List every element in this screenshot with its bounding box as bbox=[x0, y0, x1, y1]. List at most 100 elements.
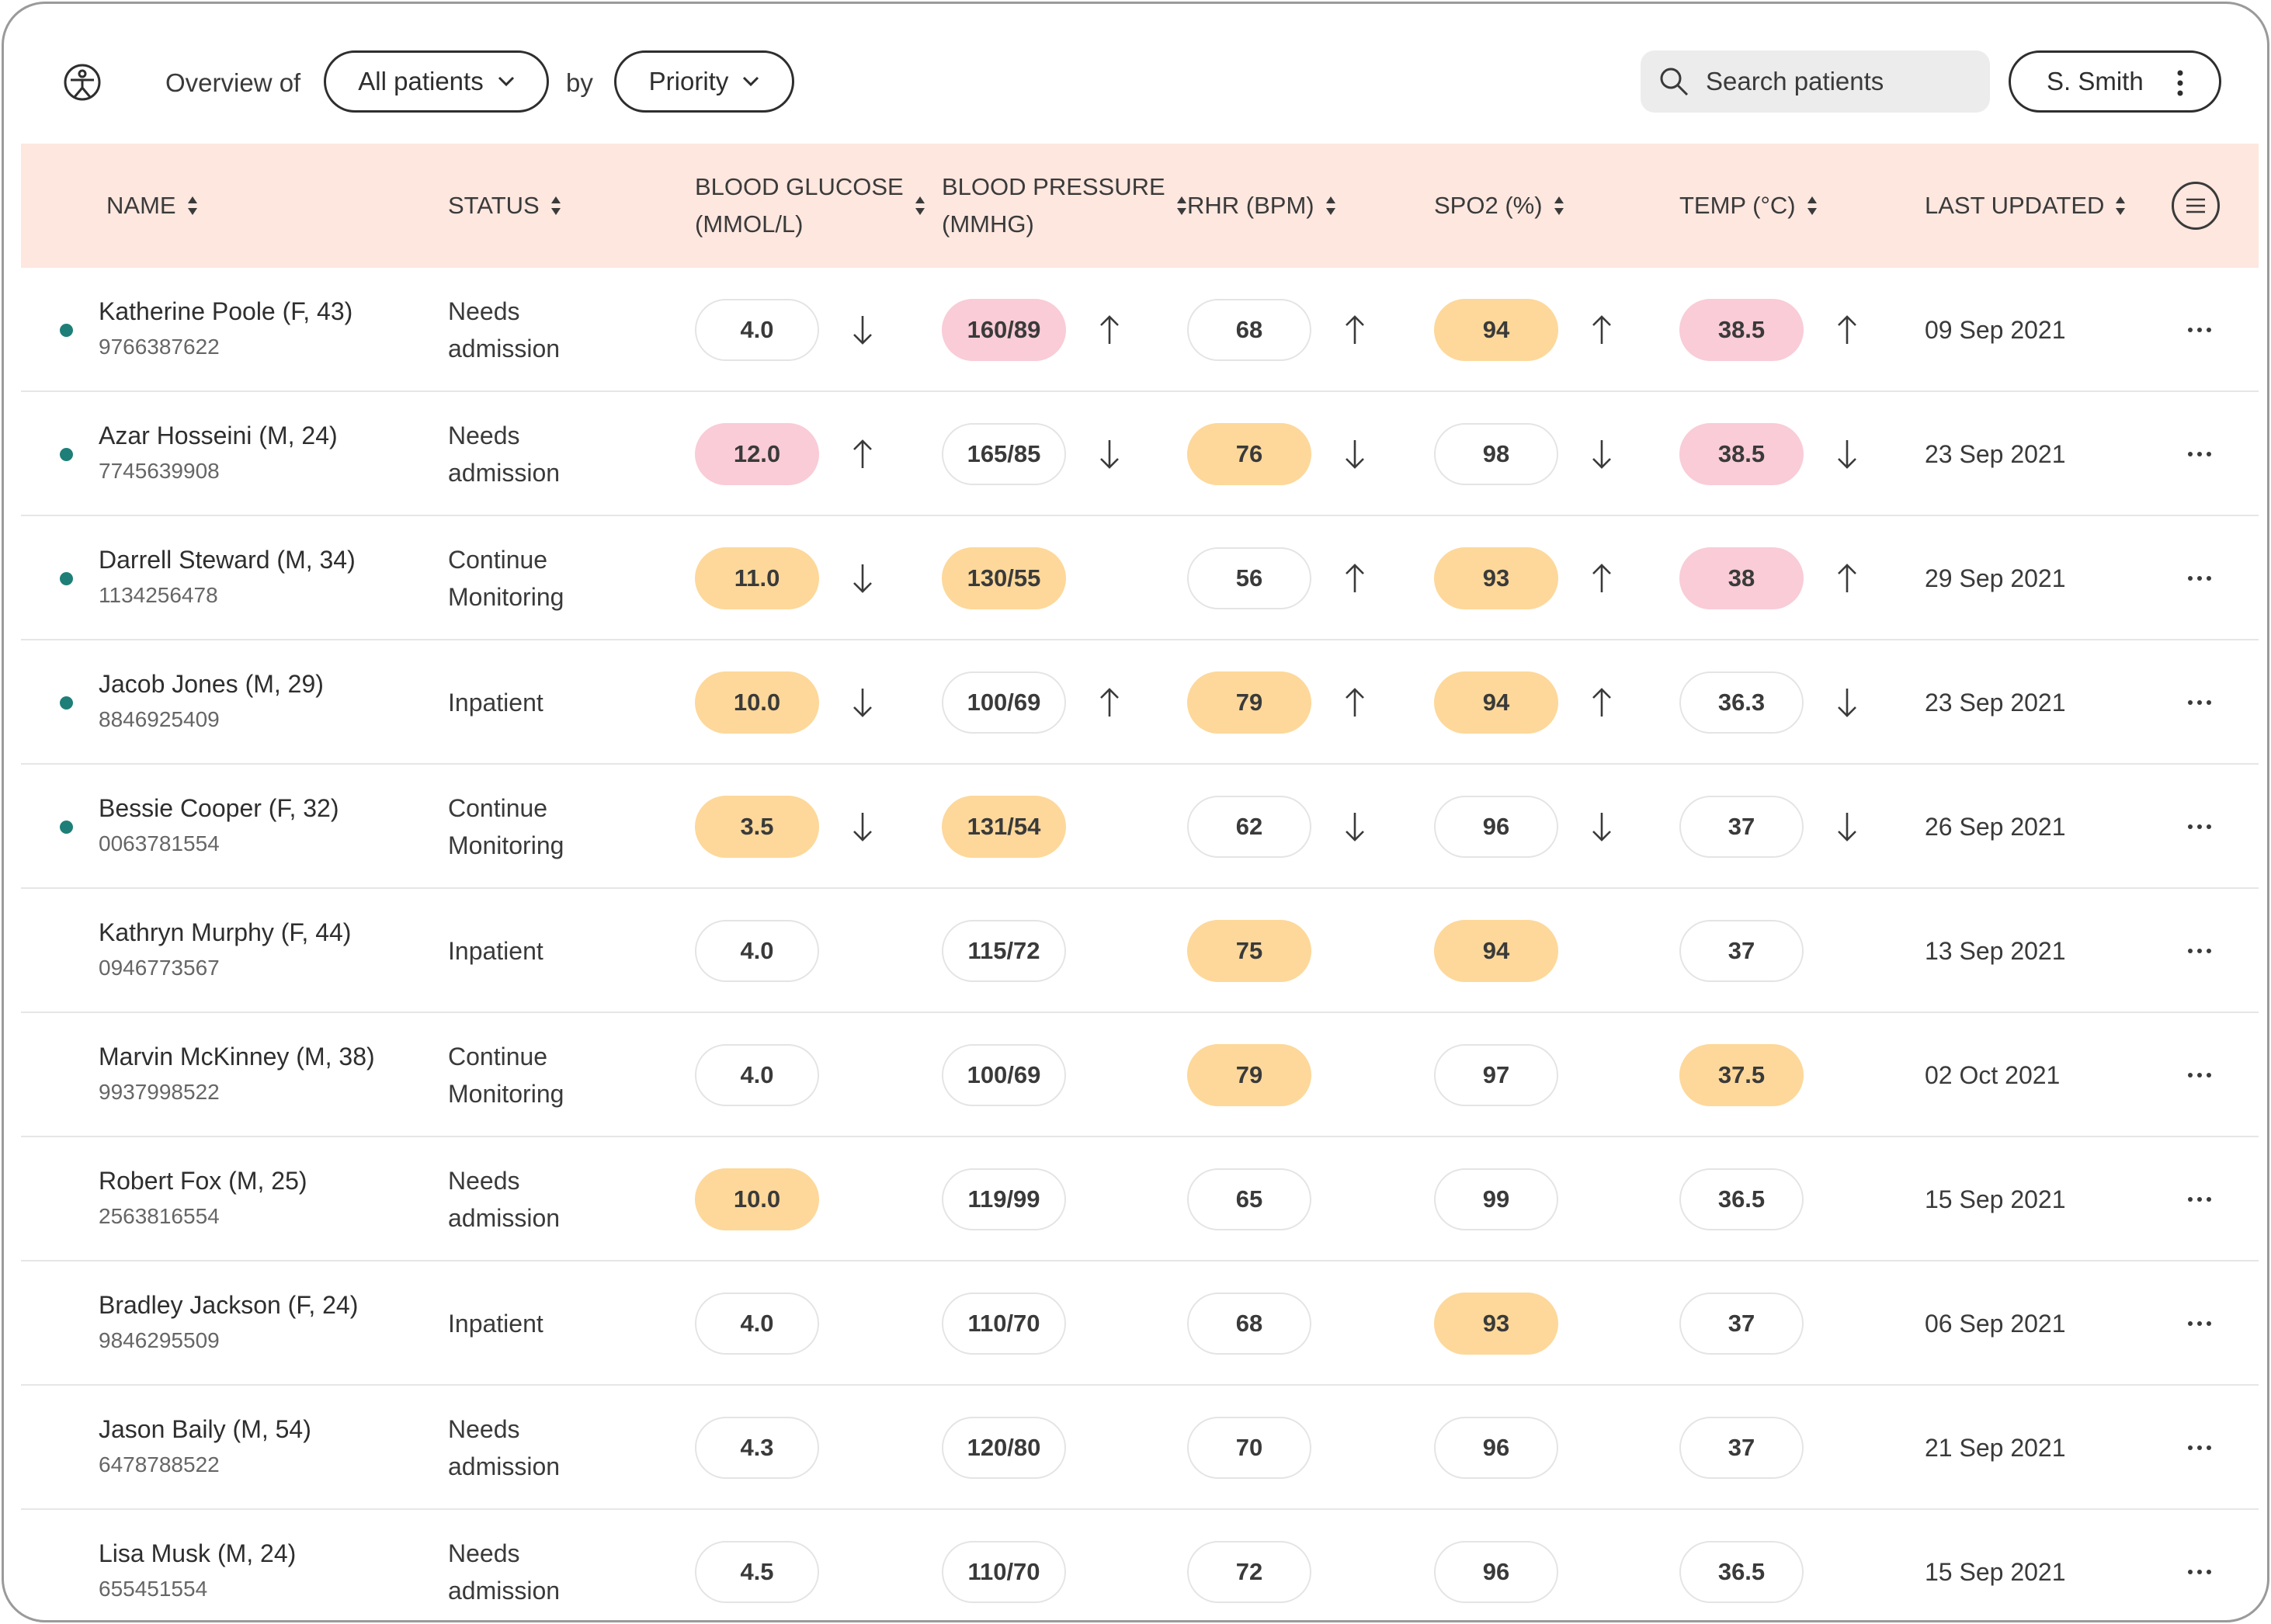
glucose-value-chip: 4.0 bbox=[695, 1044, 819, 1106]
bp-value-chip: 160/89 bbox=[942, 299, 1066, 361]
row-more-options-icon[interactable] bbox=[2184, 572, 2215, 585]
glucose-value-chip: 4.5 bbox=[695, 1541, 819, 1603]
table-row[interactable]: Katherine Poole (F, 43) 9766387622 Needs ad… bbox=[21, 268, 2259, 392]
row-more-options-icon[interactable] bbox=[2184, 821, 2215, 833]
table-row[interactable]: Robert Fox (M, 25) 2563816554 Needs admissi… bbox=[21, 1137, 2259, 1261]
patient-name[interactable]: Bradley Jackson (F, 24) bbox=[99, 1286, 358, 1324]
arrow-up-icon bbox=[1838, 315, 1856, 344]
column-header-temp[interactable]: TEMP (°C) bbox=[1679, 144, 1818, 268]
sort-icon bbox=[1176, 196, 1186, 215]
spo2-value-chip: 94 bbox=[1434, 299, 1558, 361]
temp-value-chip: 37 bbox=[1679, 1293, 1804, 1355]
table-row[interactable]: Jason Baily (M, 54) 6478788522 Needs admiss… bbox=[21, 1386, 2259, 1510]
table-row[interactable]: Azar Hosseini (M, 24) 7745639908 Needs admi… bbox=[21, 392, 2259, 516]
arrow-up-icon bbox=[1838, 564, 1856, 592]
table-row[interactable]: Bessie Cooper (F, 32) 0063781554 Continue M… bbox=[21, 765, 2259, 889]
table-row[interactable]: Marvin McKinney (M, 38) 9937998522 Continu… bbox=[21, 1013, 2259, 1137]
column-label: SPO2 (%) bbox=[1434, 192, 1543, 219]
temp-value-chip: 37 bbox=[1679, 920, 1804, 982]
patient-status: Continue Monitoring bbox=[448, 1038, 603, 1112]
table-row[interactable]: Bradley Jackson (F, 24) 9846295509 Inpatie… bbox=[21, 1261, 2259, 1386]
row-more-options-icon[interactable] bbox=[2184, 1566, 2215, 1578]
status-line: Monitoring bbox=[448, 831, 564, 859]
rhr-value-chip: 68 bbox=[1187, 299, 1311, 361]
sort-filter-label: Priority bbox=[648, 67, 729, 95]
table-row[interactable]: Lisa Musk (M, 24) 655451554 Needs admission… bbox=[21, 1510, 2259, 1620]
spo2-value-chip: 96 bbox=[1434, 796, 1558, 858]
column-settings-button[interactable] bbox=[2172, 182, 2220, 230]
patient-name[interactable]: Robert Fox (M, 25) bbox=[99, 1162, 307, 1199]
rhr-value-chip: 56 bbox=[1187, 547, 1311, 609]
column-header-spo2[interactable]: SPO2 (%) bbox=[1434, 144, 1564, 268]
column-label: BLOOD GLUCOSE (MMOL/L) bbox=[695, 173, 904, 238]
temp-value-chip: 36.3 bbox=[1679, 671, 1804, 734]
patient-name[interactable]: Bessie Cooper (F, 32) bbox=[99, 789, 339, 827]
temp-value-chip: 38.5 bbox=[1679, 423, 1804, 485]
status-line: Needs bbox=[448, 1539, 520, 1567]
last-updated-date: 15 Sep 2021 bbox=[1925, 1185, 2066, 1213]
patient-name[interactable]: Kathryn Murphy (F, 44) bbox=[99, 914, 351, 951]
column-label: BLOOD PRESSURE (MMHG) bbox=[942, 173, 1165, 238]
column-header-name[interactable]: NAME bbox=[106, 144, 198, 268]
active-status-dot bbox=[60, 324, 73, 337]
last-updated-date: 02 Oct 2021 bbox=[1925, 1061, 2061, 1089]
row-more-options-icon[interactable] bbox=[2184, 1193, 2215, 1206]
app-window: Overview of All patients by Priority S. … bbox=[2, 2, 2269, 1622]
status-line: Monitoring bbox=[448, 583, 564, 611]
patient-id: 2563816554 bbox=[99, 1204, 220, 1228]
column-header-blood-pressure[interactable]: BLOOD PRESSURE (MMHG) bbox=[942, 144, 1187, 268]
arrow-up-icon bbox=[1592, 315, 1611, 344]
search-bar[interactable] bbox=[1641, 50, 1990, 113]
arrow-down-icon bbox=[1592, 440, 1611, 469]
glucose-value-chip: 10.0 bbox=[695, 1168, 819, 1230]
patient-name[interactable]: Katherine Poole (F, 43) bbox=[99, 293, 352, 330]
stethoscope-person-icon[interactable] bbox=[63, 63, 102, 102]
status-line: Monitoring bbox=[448, 1080, 564, 1108]
temp-value-chip: 38.5 bbox=[1679, 299, 1804, 361]
column-header-glucose[interactable]: BLOOD GLUCOSE (MMOL/L) bbox=[695, 144, 925, 268]
search-input[interactable] bbox=[1706, 67, 1970, 96]
row-more-options-icon[interactable] bbox=[2184, 1317, 2215, 1330]
column-header-last-updated[interactable]: LAST UPDATED bbox=[1925, 144, 2126, 268]
row-more-options-icon[interactable] bbox=[2184, 1069, 2215, 1081]
patient-status: Inpatient bbox=[448, 932, 603, 970]
patient-name[interactable]: Darrell Steward (M, 34) bbox=[99, 541, 356, 578]
column-header-rhr[interactable]: RHR (BPM) bbox=[1187, 144, 1336, 268]
table-row[interactable]: Darrell Steward (M, 34) 1134256478 Continu… bbox=[21, 516, 2259, 640]
column-label: NAME bbox=[106, 192, 176, 219]
column-label: RHR (BPM) bbox=[1187, 192, 1314, 219]
row-more-options-icon[interactable] bbox=[2184, 1442, 2215, 1454]
patient-name[interactable]: Jason Baily (M, 54) bbox=[99, 1411, 311, 1448]
patient-name[interactable]: Azar Hosseini (M, 24) bbox=[99, 417, 338, 454]
table-row[interactable]: Jacob Jones (M, 29) 8846925409 Inpatient 10… bbox=[21, 640, 2259, 765]
table-row[interactable]: Kathryn Murphy (F, 44) 0946773567 Inpatien… bbox=[21, 889, 2259, 1013]
patient-name[interactable]: Jacob Jones (M, 29) bbox=[99, 665, 324, 703]
patients-filter-label: All patients bbox=[358, 67, 484, 95]
arrow-down-icon bbox=[1346, 813, 1364, 841]
table-header: NAME STATUS BLOOD GLUCOSE (MMOL/L) BLOOD … bbox=[21, 144, 2259, 268]
spo2-value-chip: 93 bbox=[1434, 1293, 1558, 1355]
arrow-down-icon bbox=[1592, 813, 1611, 841]
patient-name[interactable]: Lisa Musk (M, 24) bbox=[99, 1535, 296, 1572]
bp-value-chip: 100/69 bbox=[942, 1044, 1066, 1106]
user-name: S. Smith bbox=[2047, 67, 2144, 95]
arrow-down-icon bbox=[1838, 440, 1856, 469]
column-label: LAST UPDATED bbox=[1925, 192, 2105, 219]
patient-name[interactable]: Marvin McKinney (M, 38) bbox=[99, 1038, 375, 1075]
patients-filter-dropdown[interactable]: All patients bbox=[324, 50, 549, 113]
row-more-options-icon[interactable] bbox=[2184, 696, 2215, 709]
active-status-dot bbox=[60, 696, 73, 710]
rhr-value-chip: 79 bbox=[1187, 671, 1311, 734]
row-more-options-icon[interactable] bbox=[2184, 324, 2215, 336]
column-header-status[interactable]: STATUS bbox=[448, 144, 561, 268]
glucose-value-chip: 12.0 bbox=[695, 423, 819, 485]
sort-filter-dropdown[interactable]: Priority bbox=[614, 50, 794, 113]
user-menu-button[interactable]: S. Smith bbox=[2009, 50, 2221, 113]
chevron-down-icon bbox=[498, 76, 514, 87]
row-more-options-icon[interactable] bbox=[2184, 945, 2215, 957]
rhr-value-chip: 72 bbox=[1187, 1541, 1311, 1603]
temp-value-chip: 36.5 bbox=[1679, 1168, 1804, 1230]
patient-id: 8846925409 bbox=[99, 707, 220, 731]
rhr-value-chip: 76 bbox=[1187, 423, 1311, 485]
row-more-options-icon[interactable] bbox=[2184, 448, 2215, 460]
